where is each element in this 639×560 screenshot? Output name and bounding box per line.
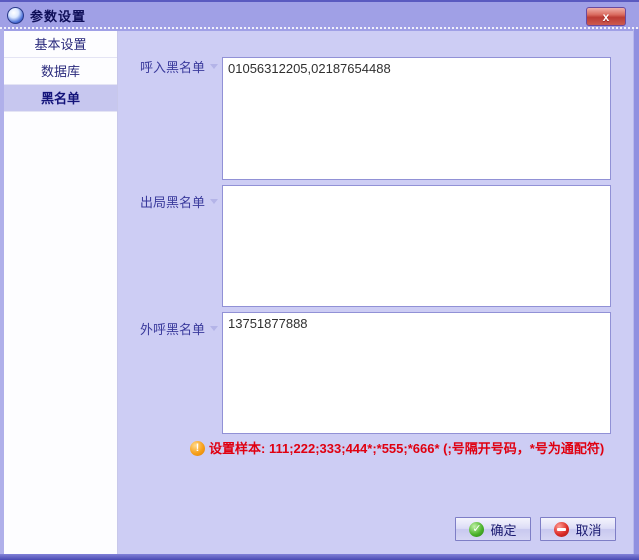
hint-text: 设置样本: 111;222;333;444*;*555;*666* (;号隔开号… bbox=[209, 440, 604, 457]
sidebar: 基本设置 数据库 黑名单 bbox=[4, 31, 118, 554]
outgoing-blacklist-textarea[interactable] bbox=[222, 185, 611, 307]
close-button[interactable]: x bbox=[586, 7, 626, 26]
ok-button[interactable]: ✓ 确定 bbox=[455, 517, 531, 541]
sidebar-item-basic-settings[interactable]: 基本设置 bbox=[4, 31, 117, 58]
outgoing-blacklist-label: 出局黑名单 bbox=[140, 192, 218, 211]
outbound-blacklist-label: 外呼黑名单 bbox=[140, 319, 218, 338]
chevron-down-icon bbox=[210, 64, 218, 69]
ok-button-label: 确定 bbox=[490, 520, 516, 539]
close-icon: x bbox=[603, 10, 610, 24]
cancel-button-label: 取消 bbox=[575, 520, 601, 539]
outbound-blacklist-textarea[interactable]: 13751877888 bbox=[222, 312, 611, 434]
incoming-blacklist-label: 呼入黑名单 bbox=[140, 57, 218, 76]
sidebar-item-database[interactable]: 数据库 bbox=[4, 58, 117, 85]
window-title: 参数设置 bbox=[30, 6, 86, 25]
app-icon bbox=[7, 7, 24, 24]
window-bottom-border bbox=[0, 554, 639, 560]
chevron-down-icon bbox=[210, 326, 218, 331]
no-entry-icon bbox=[554, 522, 569, 537]
warning-icon: ! bbox=[190, 441, 205, 456]
sidebar-item-blacklist[interactable]: 黑名单 bbox=[4, 85, 117, 112]
parameter-settings-dialog: 参数设置 x 基本设置 数据库 黑名单 呼入黑名单 01056312205,02… bbox=[0, 0, 639, 560]
cancel-button[interactable]: 取消 bbox=[540, 517, 616, 541]
sample-hint: ! 设置样本: 111;222;333;444*;*555;*666* (;号隔… bbox=[190, 440, 622, 457]
titlebar: 参数设置 x bbox=[0, 0, 639, 29]
window-right-border bbox=[633, 29, 639, 560]
incoming-blacklist-textarea[interactable]: 01056312205,02187654488 bbox=[222, 57, 611, 180]
chevron-down-icon bbox=[210, 199, 218, 204]
check-icon: ✓ bbox=[469, 522, 484, 537]
